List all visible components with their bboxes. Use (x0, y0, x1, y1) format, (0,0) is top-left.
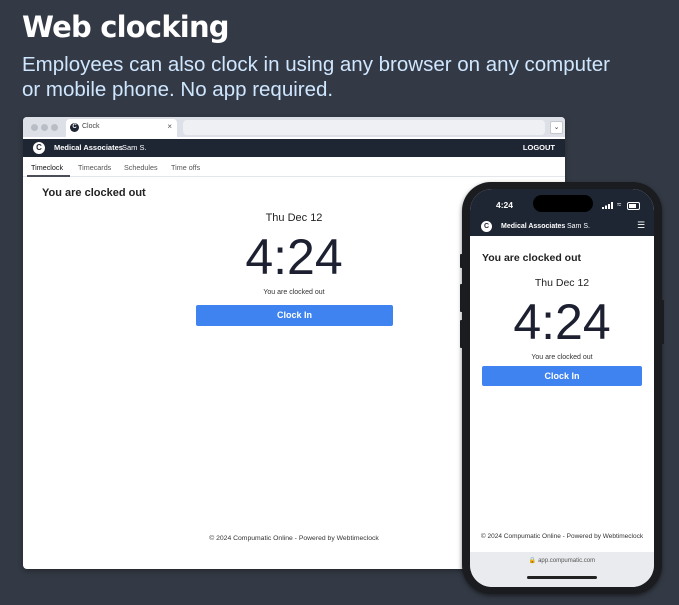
hamburger-menu-icon[interactable]: ☰ (637, 220, 645, 231)
phone-frame: 4:24 ≈ C Medical Associates Sam S. ☰ You… (460, 182, 664, 594)
current-date: Thu Dec 12 (534, 277, 590, 289)
page-title: Web clocking (22, 10, 230, 44)
tab-timecards[interactable]: Timecards (78, 163, 111, 172)
url-text: app.compumatic.com (538, 558, 596, 564)
window-minimize-dot[interactable] (41, 124, 48, 131)
phone-power-button (661, 300, 664, 344)
lock-icon: 🔒 (528, 558, 537, 564)
mobile-address-bar[interactable]: 🔒 app.compumatic.com (470, 552, 654, 587)
current-time: 4:24 (513, 294, 611, 350)
footer-text: © 2024 Compumatic Online - Powered by We… (480, 533, 644, 540)
battery-icon (627, 202, 640, 210)
active-tab-indicator (27, 175, 70, 177)
browser-tab[interactable]: C Clock × (66, 119, 177, 137)
phone-volume-down (460, 320, 463, 348)
page-subtitle: Employees can also clock in using any br… (22, 53, 610, 101)
address-bar[interactable] (183, 120, 545, 135)
browser-chrome: C Clock × ⌄ (23, 117, 565, 137)
app-logo[interactable]: C (481, 221, 492, 232)
favicon-icon: C (70, 123, 79, 132)
status-bar-time: 4:24 (496, 200, 514, 210)
tab-close-icon[interactable]: × (167, 122, 172, 131)
phone-mute-switch (460, 254, 463, 268)
app-header: C Medical Associates Sam S. LOGOUT (23, 139, 565, 157)
nav-tabs: Timeclock Timecards Schedules Time offs (23, 157, 565, 177)
phone-screen: 4:24 ≈ C Medical Associates Sam S. ☰ You… (470, 189, 654, 587)
app-logo[interactable]: C (33, 142, 45, 154)
tab-title: Clock (82, 123, 100, 130)
tab-schedules[interactable]: Schedules (124, 163, 158, 172)
phone-volume-up (460, 284, 463, 312)
clock-status-text: You are clocked out (531, 354, 593, 361)
wifi-icon: ≈ (617, 200, 622, 209)
signal-icon (602, 202, 613, 209)
clock-status-heading: You are clocked out (482, 252, 581, 264)
dynamic-island (533, 195, 593, 212)
org-name: Medical Associates (54, 143, 123, 152)
clock-in-button[interactable]: Clock In (482, 366, 642, 386)
phone-header: 4:24 ≈ C Medical Associates Sam S. ☰ (470, 189, 654, 236)
tab-timeclock[interactable]: Timeclock (31, 163, 63, 172)
window-close-dot[interactable] (31, 124, 38, 131)
home-indicator[interactable] (527, 576, 597, 579)
user-name: Sam S. (567, 223, 590, 230)
clock-status-heading: You are clocked out (42, 187, 146, 199)
user-name: Sam S. (122, 143, 147, 152)
clock-in-button[interactable]: Clock In (196, 305, 393, 326)
tab-dropdown-icon[interactable]: ⌄ (550, 121, 563, 134)
org-name: Medical Associates (501, 223, 566, 230)
logout-button[interactable]: LOGOUT (523, 143, 555, 152)
window-maximize-dot[interactable] (51, 124, 58, 131)
tab-time-offs[interactable]: Time offs (171, 163, 200, 172)
